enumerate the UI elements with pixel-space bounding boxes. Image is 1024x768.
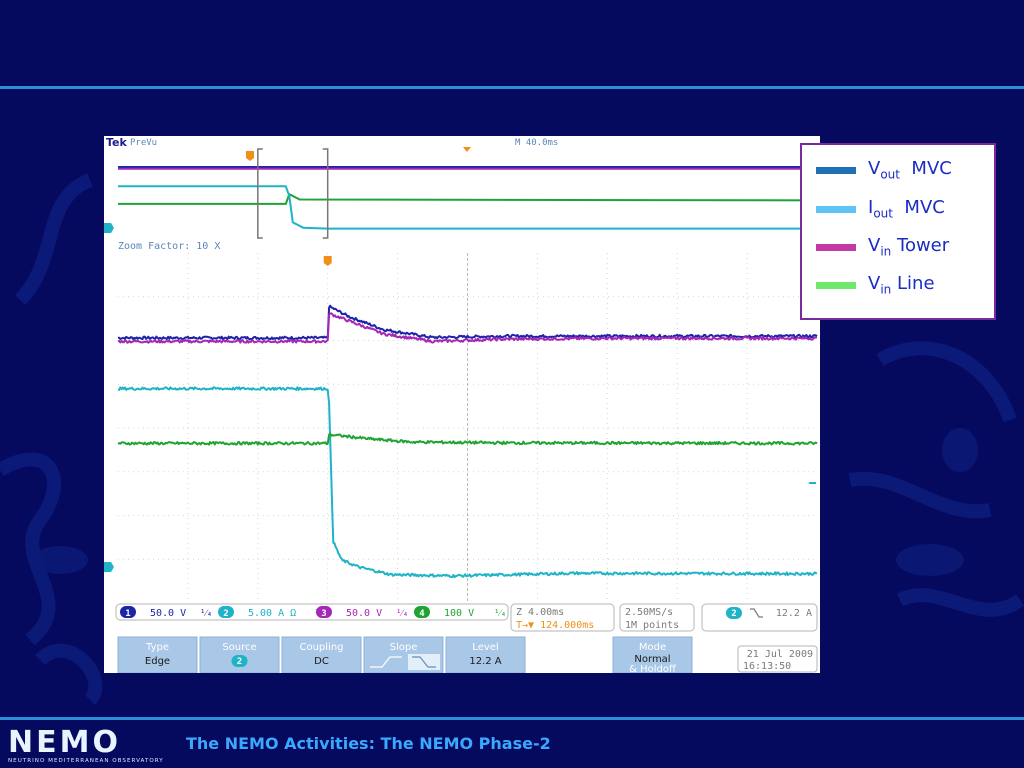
menu-coupling-label: Coupling [299, 642, 343, 653]
zoom-factor-label: Zoom Factor: 10 X [118, 241, 220, 252]
channel-2-ground-marker [104, 562, 114, 572]
trigger-channel-number: 2 [731, 609, 736, 619]
menu-coupling-value: DC [314, 656, 329, 667]
channel-2-scale: 5.00 A Ω [248, 608, 296, 619]
menu-slope-label: Slope [390, 642, 418, 653]
scope-brand: Tek [106, 136, 128, 149]
legend-swatch [816, 166, 856, 174]
trigger-level-marker [808, 482, 816, 484]
preview-trace-ch2 [118, 185, 817, 230]
legend-label: Vout MVC [868, 158, 952, 182]
channel-3-bandwidth: ¹⁄₄ [396, 609, 408, 619]
chart-legend: Vout MVC Iout MVC Vin Tower Vin Line [800, 143, 996, 320]
menu-type-value: Edge [145, 656, 170, 667]
channel-3-scale: 50.0 V [346, 608, 382, 619]
logo-tagline: NEUTRINO MEDITERRANEAN OBSERVATORY [8, 758, 164, 764]
menu-source-value: 2 [237, 657, 242, 667]
preview-trigger-marker [463, 147, 471, 152]
logo-wordmark: NEMO [8, 725, 121, 760]
channel-1-number: 1 [125, 609, 130, 619]
scope-timebase: M 40.0ms [515, 138, 558, 148]
legend-swatch [816, 281, 856, 289]
menu-source-label: Source [222, 642, 256, 653]
channel-3-number: 3 [321, 609, 326, 619]
legend-entry-iout: Iout MVC [816, 196, 945, 222]
nemo-logo: NEMO NEUTRINO MEDITERRANEAN OBSERVATORY [8, 725, 178, 765]
zoom-offset-readout: T→▼ 124.000ms [516, 620, 594, 631]
legend-label: Iout MVC [868, 197, 945, 221]
top-rule [0, 86, 1024, 89]
menu-type-label: Type [145, 642, 169, 653]
zoom-time-readout: Z 4.00ms [516, 607, 564, 618]
legend-swatch [816, 205, 856, 213]
trigger-level-readout: 12.2 A [776, 608, 812, 619]
trigger-slope-icon [750, 608, 763, 618]
channel-4-number: 4 [419, 609, 425, 619]
menu-level-label: Level [472, 642, 498, 653]
menu-mode-extra: & Holdoff [629, 664, 677, 673]
trigger-position-marker [323, 256, 332, 266]
legend-entry-vin-line: Vin Line [816, 272, 935, 298]
legend-entry-vin-tower: Vin Tower [816, 234, 949, 260]
sample-rate-readout: 2.50MS/s [625, 607, 673, 618]
menu-mode-label: Mode [639, 642, 666, 653]
record-length-readout: 1M points [625, 620, 679, 631]
oscilloscope-plot: Tek PreVu M 40.0ms Zoom Factor: 10 X 1 50.0 … [104, 136, 818, 673]
channel-1-bandwidth: ¹⁄₄ [200, 609, 212, 619]
preview-trigger-flag [246, 151, 254, 161]
legend-label: Vin Tower [868, 235, 950, 259]
preview-window-right-bracket [322, 148, 329, 239]
legend-swatch [816, 243, 856, 251]
date-readout: 21 Jul 2009 [747, 649, 813, 660]
bottom-rule [0, 717, 1024, 720]
channel-2-number: 2 [223, 609, 228, 619]
preview-window-left-bracket [257, 148, 263, 239]
channel-4-scale: 100 V [444, 608, 474, 619]
menu-level-value: 12.2 A [469, 656, 501, 667]
preview-channel-marker [104, 223, 114, 233]
legend-label: Vin Line [868, 273, 935, 297]
time-readout: 16:13:50 [743, 661, 791, 672]
channel-4-bandwidth: ¹⁄₄ [494, 609, 506, 619]
oscilloscope-screen: Tek PreVu M 40.0ms Zoom Factor: 10 X 1 50.0 … [104, 136, 820, 673]
legend-entry-vout: Vout MVC [816, 157, 952, 183]
preview-trace-ch4 [118, 192, 818, 205]
footer-title: The NEMO Activities: The NEMO Phase-2 [186, 734, 551, 753]
scope-mode: PreVu [130, 138, 157, 148]
channel-1-scale: 50.0 V [150, 608, 186, 619]
